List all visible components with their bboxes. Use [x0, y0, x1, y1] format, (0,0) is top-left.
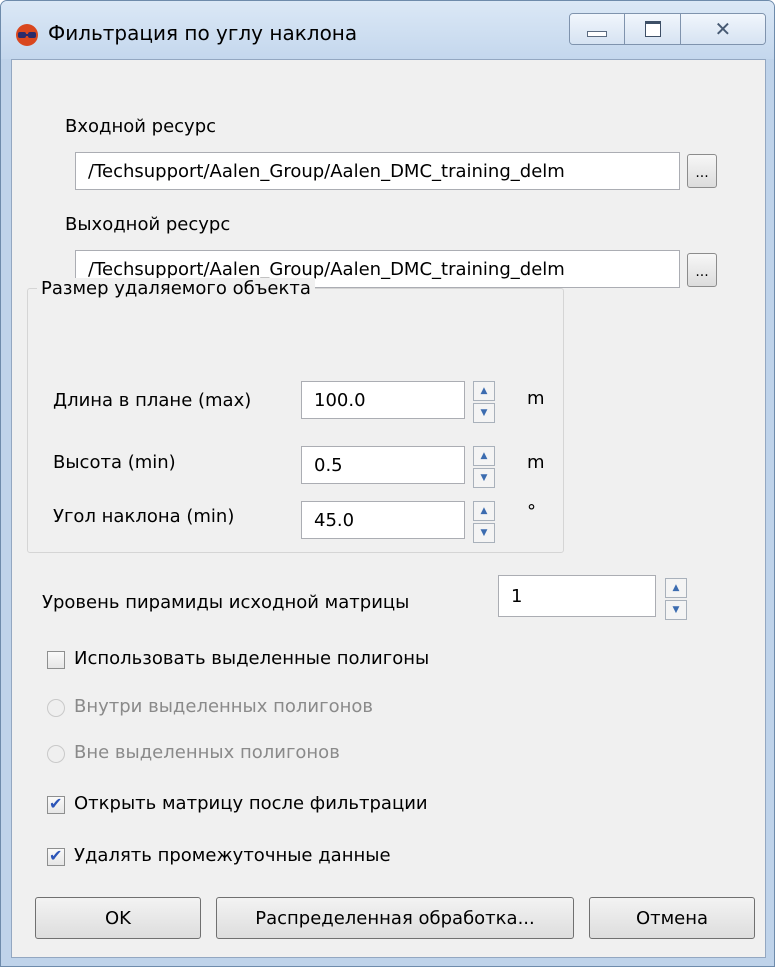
inside-polygons-radio[interactable]: [47, 699, 65, 717]
height-label: Высота (min): [53, 452, 176, 473]
slope-label: Угол наклона (min): [53, 506, 235, 527]
spin-down-icon[interactable]: ▼: [473, 468, 495, 488]
spin-down-icon[interactable]: ▼: [473, 523, 495, 543]
length-unit: m: [527, 388, 545, 409]
open-after-label[interactable]: Открыть матрицу после фильтрации: [74, 793, 428, 814]
pyramid-label: Уровень пирамиды исходной матрицы: [42, 592, 410, 613]
window-title: Фильтрация по углу наклона: [48, 21, 358, 45]
height-unit: m: [527, 452, 545, 473]
outside-polygons-radio[interactable]: [47, 745, 65, 763]
input-browse-button[interactable]: ...: [687, 154, 717, 188]
output-resource-label: Выходной ресурс: [65, 214, 231, 235]
slope-unit: °: [527, 501, 536, 522]
spin-up-icon[interactable]: ▲: [473, 381, 495, 401]
maximize-button[interactable]: [624, 14, 680, 44]
inside-polygons-label[interactable]: Внутри выделенных полигонов: [74, 696, 373, 717]
spin-down-icon[interactable]: ▼: [665, 600, 687, 620]
output-browse-button[interactable]: ...: [687, 253, 717, 287]
window-controls: ✕: [569, 13, 766, 45]
length-field[interactable]: 100.0: [301, 381, 465, 419]
pyramid-field[interactable]: 1: [498, 575, 656, 617]
dialog-window: Фильтрация по углу наклона ✕ Входной рес…: [0, 0, 775, 967]
spin-up-icon[interactable]: ▲: [473, 501, 495, 521]
delete-temp-checkbox[interactable]: [47, 846, 65, 866]
ok-button[interactable]: OK: [35, 897, 201, 939]
slope-spinner[interactable]: ▲ ▼: [473, 501, 495, 543]
spin-up-icon[interactable]: ▲: [473, 446, 495, 466]
spin-down-icon[interactable]: ▼: [473, 403, 495, 423]
object-size-title: Размер удаляемого объекта: [37, 278, 315, 299]
outside-polygons-label[interactable]: Вне выделенных полигонов: [74, 742, 340, 763]
close-button[interactable]: ✕: [679, 14, 765, 44]
height-field[interactable]: 0.5: [301, 446, 465, 484]
minimize-button[interactable]: [570, 14, 625, 44]
slope-field[interactable]: 45.0: [301, 501, 465, 539]
length-spinner[interactable]: ▲ ▼: [473, 381, 495, 423]
height-spinner[interactable]: ▲ ▼: [473, 446, 495, 488]
minimize-icon: [587, 31, 608, 37]
pyramid-spinner[interactable]: ▲ ▼: [665, 578, 687, 620]
delete-temp-label[interactable]: Удалять промежуточные данные: [74, 845, 391, 866]
use-polygons-label[interactable]: Использовать выделенные полигоны: [74, 648, 429, 669]
length-label: Длина в плане (max): [53, 390, 252, 411]
close-icon: ✕: [714, 17, 732, 41]
cancel-button[interactable]: Отмена: [589, 897, 755, 939]
input-resource-field[interactable]: /Techsupport/Aalen_Group/Aalen_DMC_train…: [75, 152, 680, 190]
maximize-icon: [644, 21, 661, 37]
app-icon: [16, 24, 38, 46]
use-polygons-checkbox[interactable]: [47, 651, 65, 669]
open-after-checkbox[interactable]: [47, 794, 65, 814]
distributed-processing-button[interactable]: Распределенная обработка...: [216, 897, 574, 939]
input-resource-label: Входной ресурс: [65, 116, 217, 137]
title-bar[interactable]: Фильтрация по углу наклона ✕: [1, 1, 774, 59]
spin-up-icon[interactable]: ▲: [665, 578, 687, 598]
